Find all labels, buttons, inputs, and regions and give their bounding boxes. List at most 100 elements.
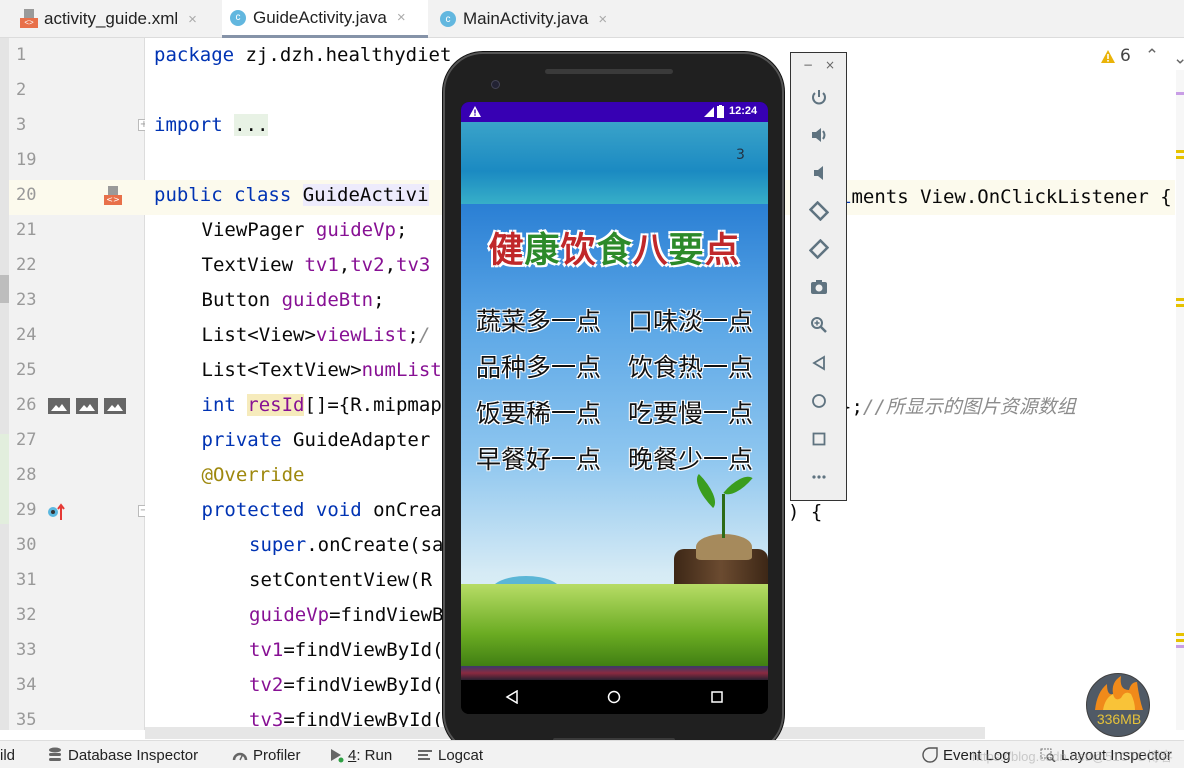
guide-header-background: 3 xyxy=(461,122,768,204)
code-line: TextView tv1,tv2,tv3 xyxy=(201,254,431,276)
line-number: 35 xyxy=(16,710,37,730)
rotate-right-icon xyxy=(808,239,829,259)
tab-guide-activity-java[interactable]: c GuideActivity.java × xyxy=(222,0,428,38)
line-number: 25 xyxy=(16,360,37,380)
home-button[interactable] xyxy=(791,386,846,416)
code-line-26-continuation: };//所显示的图片资源数组 xyxy=(840,396,1076,418)
line-number: 32 xyxy=(16,605,37,625)
volume-up-button[interactable] xyxy=(791,120,846,150)
code-line: List<View>viewList;/ xyxy=(201,324,431,346)
run-button[interactable]: 4: Run xyxy=(330,741,392,769)
front-camera xyxy=(491,80,500,89)
image-icon[interactable] xyxy=(104,398,126,414)
close-tab-icon[interactable]: × xyxy=(598,11,607,28)
screenshot-button[interactable] xyxy=(791,272,846,302)
left-strip-change-marker xyxy=(0,434,9,524)
tab-main-activity-java[interactable]: c MainActivity.java × xyxy=(440,0,640,38)
camera-icon xyxy=(810,280,827,294)
guide-page-image[interactable]: 健康饮食八要点 蔬菜多一点 口味淡一点 品种多一点 饮食热一点 饭要稀一点 吃要… xyxy=(461,204,768,668)
stripe-mark[interactable] xyxy=(1176,298,1184,301)
previous-highlight-icon[interactable]: ⌃ xyxy=(1145,46,1159,66)
code-line: int resId[]={R.mipmap xyxy=(201,394,442,416)
tip-item: 口味淡一点 xyxy=(628,307,754,336)
run-icon xyxy=(331,749,344,763)
line-number: 33 xyxy=(16,640,37,660)
stripe-mark[interactable] xyxy=(1176,156,1184,159)
editor-tabs: <> activity_guide.xml × c GuideActivity.… xyxy=(0,0,1184,38)
code-line: public class GuideActivi xyxy=(154,184,429,206)
stripe-mark[interactable] xyxy=(1176,92,1184,95)
line-number: 22 xyxy=(16,255,37,275)
line-number: 23 xyxy=(16,290,37,310)
close-tab-icon[interactable]: × xyxy=(397,9,406,26)
emulator-control-panel: − × xyxy=(790,52,847,501)
code-line: super.onCreate(sa xyxy=(249,534,444,556)
line-number: 28 xyxy=(16,465,37,485)
tip-item: 饭要稀一点 xyxy=(476,399,602,428)
grass-foreground xyxy=(461,584,768,668)
minimize-button[interactable]: − xyxy=(803,58,813,72)
image-resource-gutter-icons xyxy=(48,398,126,414)
stripe-mark[interactable] xyxy=(1176,633,1184,636)
xml-file-icon: <> xyxy=(20,9,38,29)
build-tool-button[interactable]: ild xyxy=(0,741,15,769)
alert-notification-icon xyxy=(469,106,481,117)
power-button[interactable] xyxy=(791,82,846,112)
stripe-mark[interactable] xyxy=(1176,150,1184,153)
back-icon xyxy=(811,355,825,371)
overview-button[interactable] xyxy=(791,424,846,454)
next-highlight-icon[interactable]: ⌃ xyxy=(1173,46,1184,66)
volume-down-icon xyxy=(813,166,823,180)
tab-activity-guide-xml[interactable]: <> activity_guide.xml × xyxy=(20,0,220,38)
android-status-bar: 12:24 xyxy=(461,102,768,122)
database-icon xyxy=(49,747,61,761)
stripe-mark[interactable] xyxy=(1176,304,1184,307)
tab-label: MainActivity.java xyxy=(463,9,589,28)
profiler-button[interactable]: Profiler xyxy=(232,741,301,769)
zoom-in-icon xyxy=(810,317,827,333)
code-line: setContentView(R xyxy=(249,569,433,591)
stripe-mark[interactable] xyxy=(1176,639,1184,642)
line-number: 20 xyxy=(16,185,37,205)
back-nav-icon[interactable] xyxy=(505,690,519,704)
more-button[interactable] xyxy=(791,462,846,492)
sprout-stem xyxy=(722,494,725,538)
recents-nav-icon[interactable] xyxy=(710,690,724,704)
stripe-mark[interactable] xyxy=(1176,645,1184,648)
tip-item: 品种多一点 xyxy=(476,353,602,382)
inspection-widget[interactable]: 6 ⌃ ⌃ xyxy=(1100,46,1184,66)
error-stripe[interactable] xyxy=(1176,70,1184,730)
code-line: Button guideBtn; xyxy=(201,289,385,311)
line-number: 19 xyxy=(16,150,37,170)
line-number: 30 xyxy=(16,535,37,555)
tip-item: 吃要慢一点 xyxy=(628,399,754,428)
left-strip-thumb[interactable] xyxy=(0,275,9,303)
back-button[interactable] xyxy=(791,348,846,378)
rotate-right-button[interactable] xyxy=(791,234,846,264)
tip-item: 饮食热一点 xyxy=(628,353,754,382)
image-icon[interactable] xyxy=(76,398,98,414)
image-icon[interactable] xyxy=(48,398,70,414)
volume-down-button[interactable] xyxy=(791,158,846,188)
close-tab-icon[interactable]: × xyxy=(188,11,197,28)
close-button[interactable]: × xyxy=(825,58,835,72)
rotate-left-icon xyxy=(808,201,829,221)
memory-usage: 336MB xyxy=(1096,711,1142,727)
rotate-left-button[interactable] xyxy=(791,196,846,226)
home-nav-icon[interactable] xyxy=(607,690,621,704)
xml-layout-gutter-icon[interactable]: <> xyxy=(104,186,122,206)
override-method-icon[interactable] xyxy=(47,503,67,521)
layout-inspector-button[interactable]: Layout Inspector xyxy=(1040,741,1172,769)
database-inspector-button[interactable]: Database Inspector xyxy=(48,741,198,769)
memory-indicator[interactable]: 336MB xyxy=(1086,673,1150,737)
zoom-button[interactable] xyxy=(791,310,846,340)
speaker-grille xyxy=(545,69,673,74)
logcat-button[interactable]: Logcat xyxy=(418,741,483,769)
code-line: tv1=findViewById( xyxy=(249,639,444,661)
line-number: 31 xyxy=(16,570,37,590)
event-log-button[interactable]: Event Log xyxy=(922,741,1011,769)
tip-item: 晚餐少一点 xyxy=(628,445,754,474)
device-screen[interactable]: 12:24 3 健康饮食八要点 蔬菜多一点 口味淡一点 品种多一点 饮食热一点 … xyxy=(461,102,768,714)
more-icon xyxy=(811,475,826,479)
home-icon xyxy=(811,394,826,408)
